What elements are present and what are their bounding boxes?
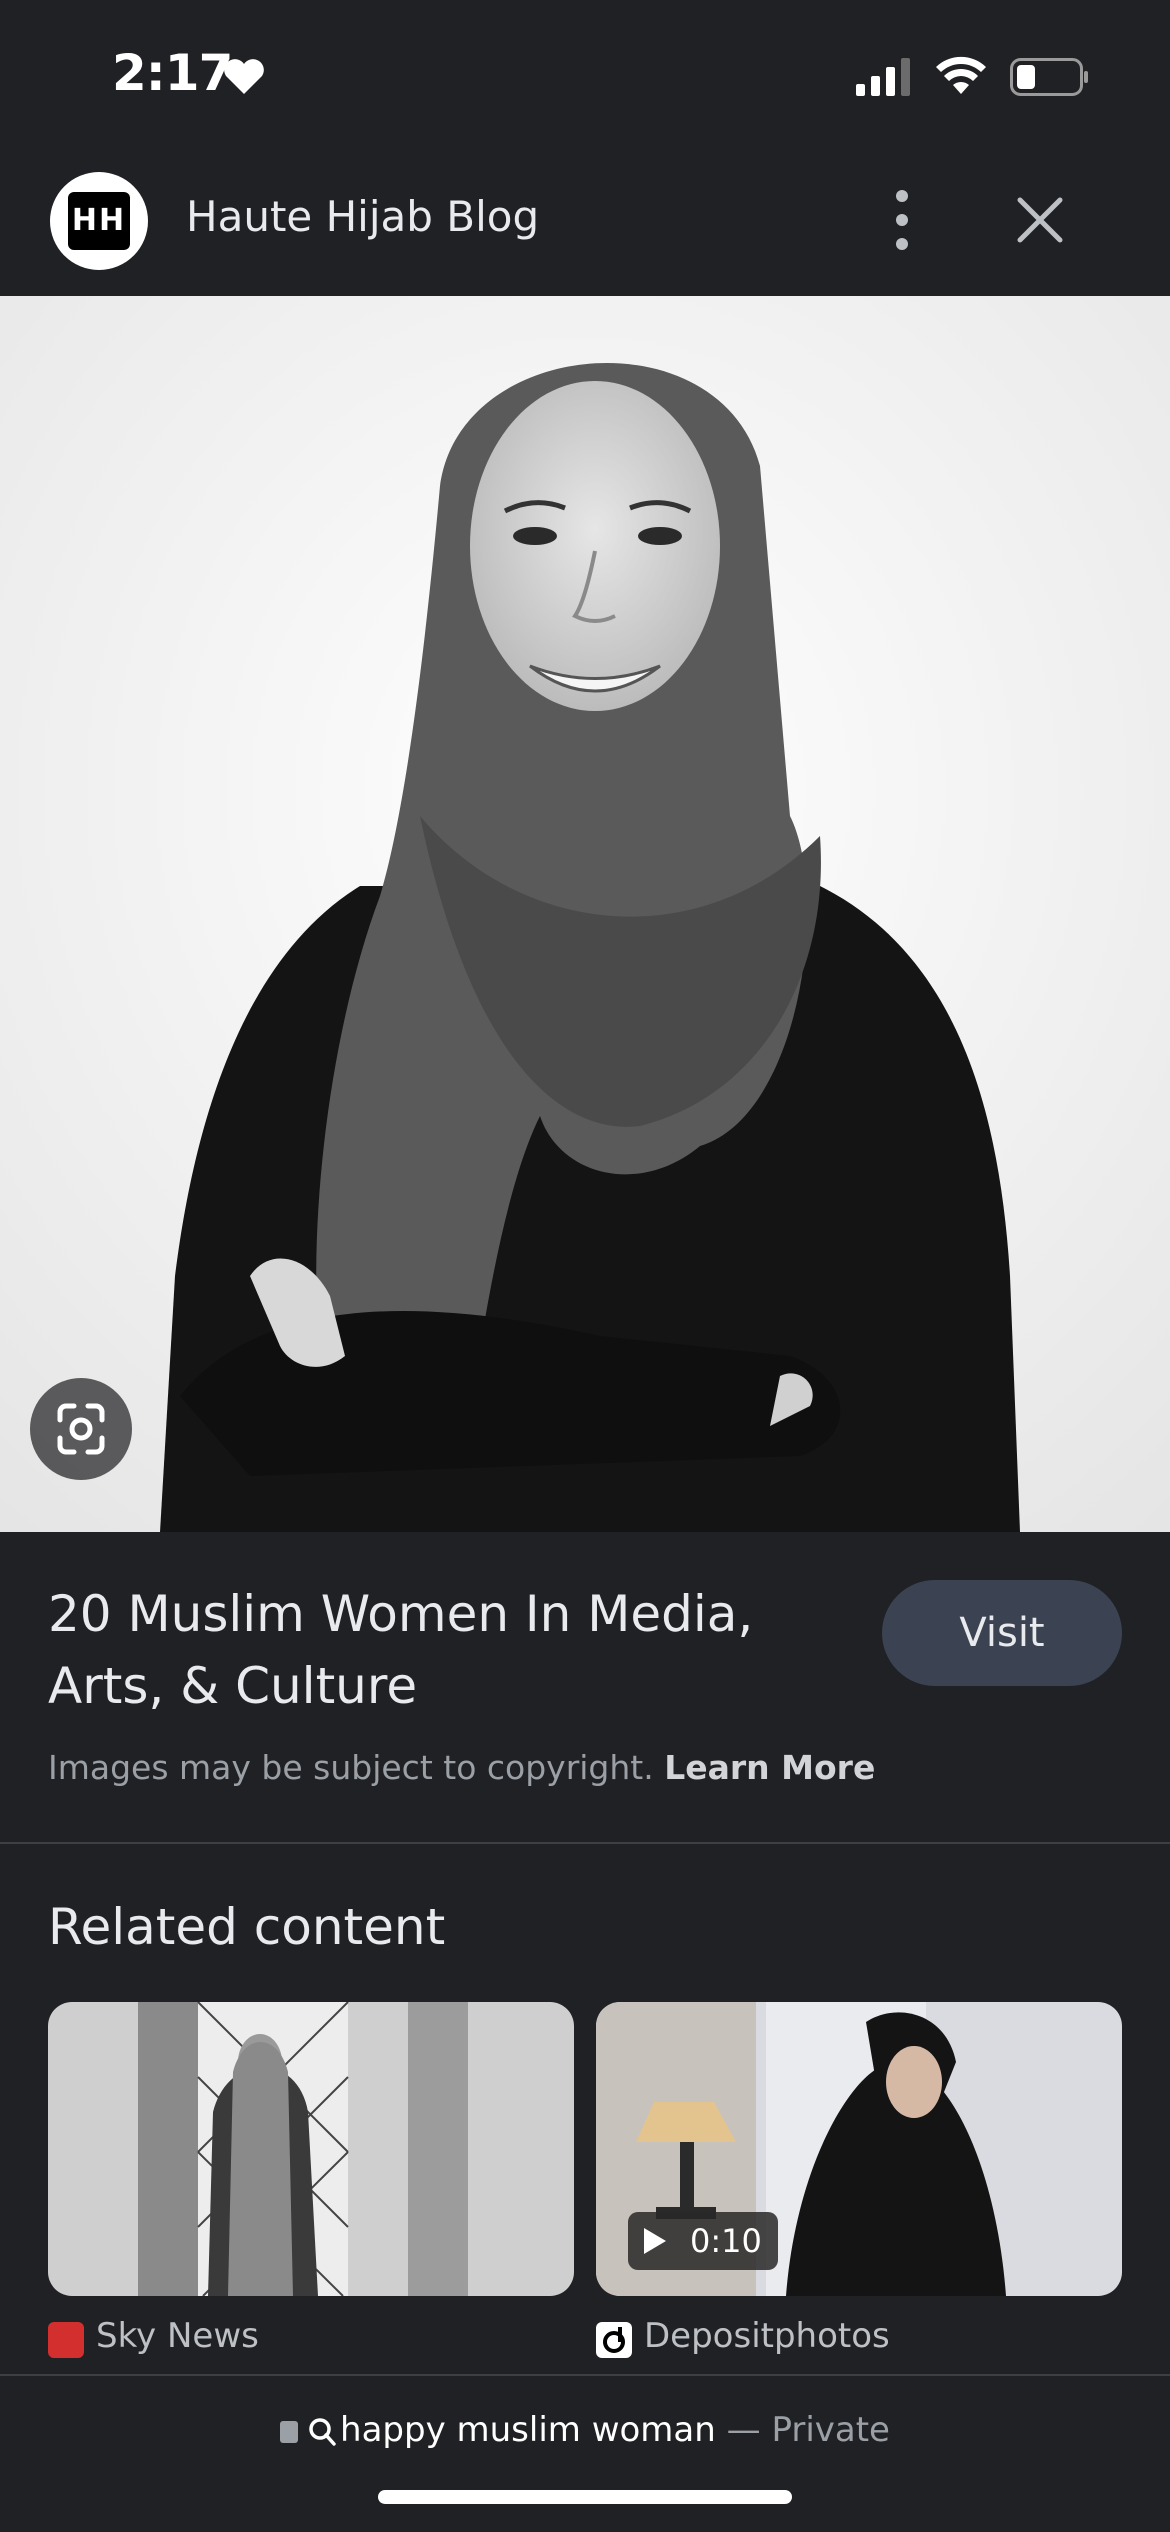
wifi-icon	[936, 56, 986, 94]
clock: 2:17	[112, 44, 233, 102]
heart-icon	[224, 59, 264, 94]
video-duration-badge: 0:10	[628, 2212, 778, 2270]
learn-more-link[interactable]: Learn More	[664, 1748, 875, 1787]
site-name[interactable]: Haute Hijab Blog	[186, 192, 539, 241]
result-title[interactable]: 20 Muslim Women In Media, Arts, & Cultur…	[48, 1578, 868, 1722]
copyright-text: Images may be subject to copyright.	[48, 1748, 654, 1787]
related-source-label: Sky News	[96, 2316, 259, 2356]
related-content-heading: Related content	[48, 1898, 446, 1956]
related-image-1	[48, 2002, 574, 2296]
depositphotos-favicon-icon	[596, 2322, 632, 2358]
more-options-icon[interactable]	[880, 180, 924, 260]
address-bar[interactable]: happy muslim woman — Private	[0, 2410, 1170, 2450]
preview-image[interactable]	[0, 296, 1170, 1532]
portrait-photo	[0, 296, 1170, 1532]
related-item-thumbnail[interactable]	[48, 2002, 574, 2296]
source-header: HH Haute Hijab Blog	[0, 150, 1170, 296]
play-icon	[644, 2228, 666, 2254]
close-icon[interactable]	[1010, 190, 1070, 250]
battery-icon	[1010, 58, 1088, 96]
copyright-notice: Images may be subject to copyright. Lear…	[48, 1748, 875, 1787]
visit-button[interactable]: Visit	[882, 1580, 1122, 1686]
site-logo[interactable]: HH	[50, 172, 148, 270]
bottom-divider	[0, 2374, 1170, 2376]
related-source-label: Depositphotos	[644, 2316, 890, 2356]
section-divider	[0, 1842, 1170, 1844]
browsing-mode: Private	[771, 2410, 890, 2450]
search-query: happy muslim woman	[340, 2410, 716, 2450]
lens-search-button[interactable]	[30, 1378, 132, 1480]
related-item-video[interactable]: 0:10	[596, 2002, 1122, 2296]
home-indicator[interactable]	[378, 2490, 792, 2504]
search-icon	[309, 2417, 336, 2446]
video-duration: 0:10	[690, 2222, 762, 2260]
lock-icon	[280, 2420, 299, 2443]
lens-icon	[57, 1403, 105, 1455]
site-logo-text: HH	[68, 192, 130, 250]
sky-news-favicon-icon	[48, 2322, 84, 2358]
status-bar: 2:17	[0, 0, 1170, 150]
address-separator: —	[726, 2410, 761, 2450]
cellular-signal-icon	[856, 58, 910, 96]
